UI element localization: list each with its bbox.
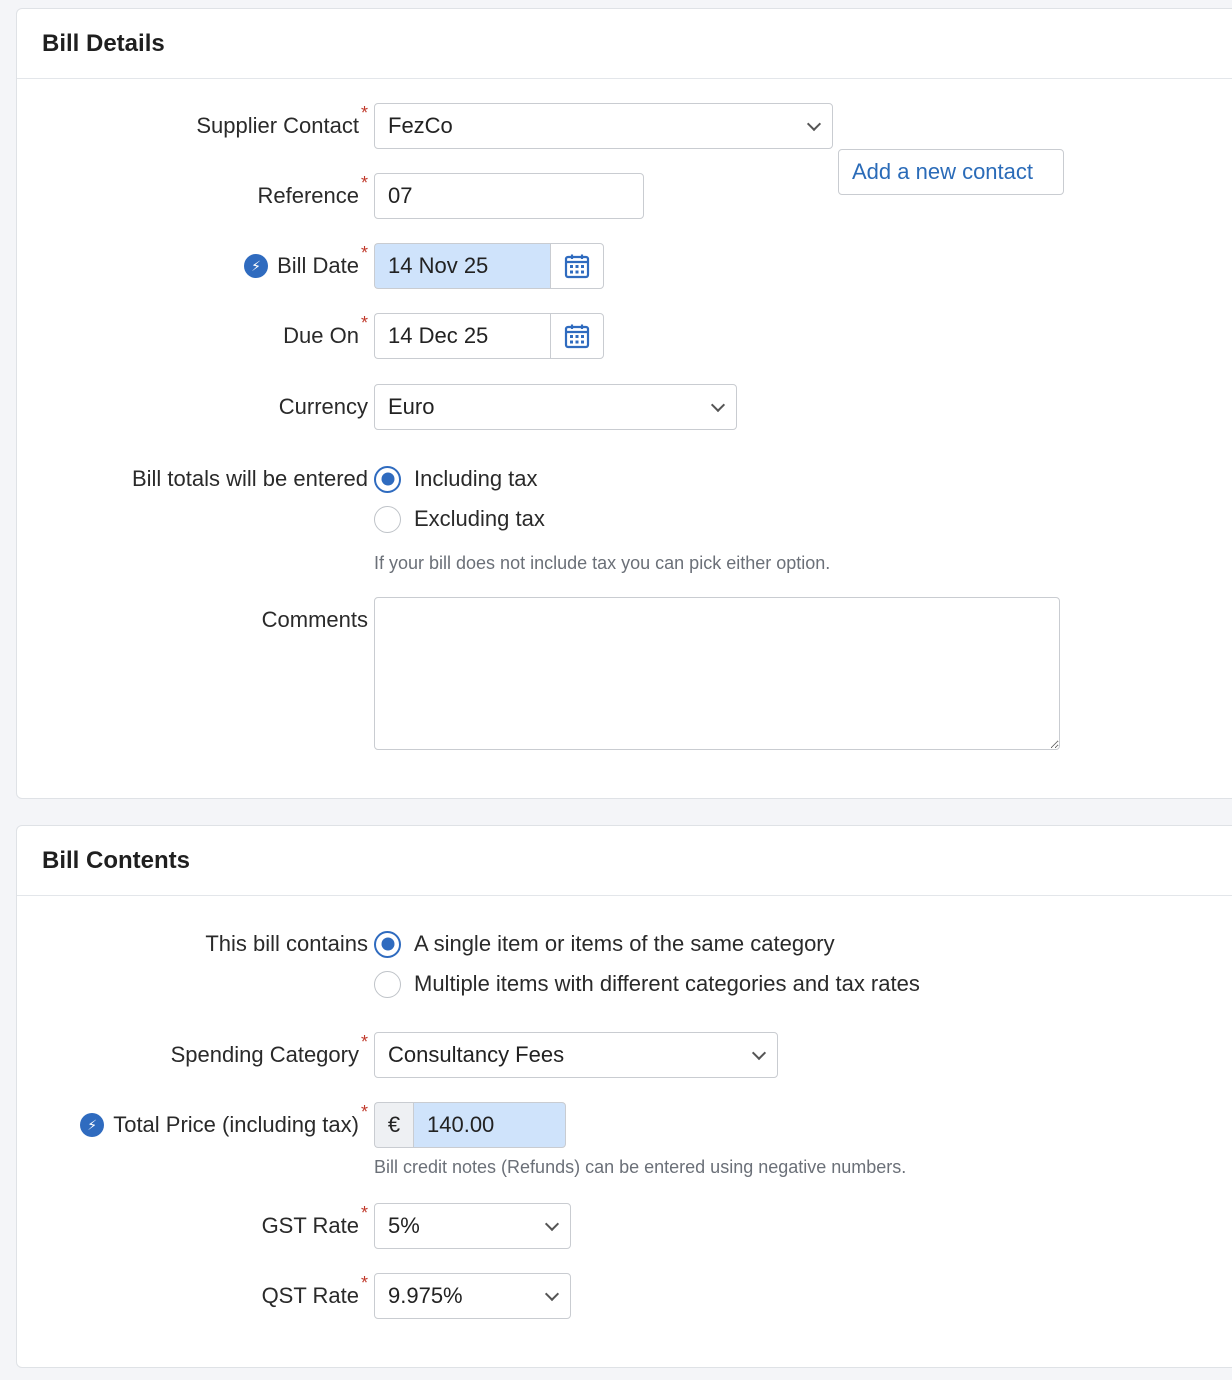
- required-mark: *: [360, 1202, 368, 1223]
- currency-symbol: €: [374, 1102, 413, 1148]
- spending-category-label: Spending Category *: [170, 1031, 368, 1068]
- radio-button[interactable]: [374, 970, 401, 998]
- bill-totals-options: Including tax Excluding tax If your bill…: [374, 459, 830, 574]
- bill-contents-panel: Bill Contents This bill contains A singl…: [16, 825, 1232, 1368]
- calendar-icon: [564, 254, 590, 279]
- radio-single-item[interactable]: A single item or items of the same categ…: [374, 924, 920, 964]
- spending-category-row: Spending Category * Consultancy Fees: [17, 1032, 1232, 1078]
- radio-button[interactable]: [374, 505, 401, 533]
- calendar-icon: [564, 324, 590, 349]
- total-price-input[interactable]: 140.00: [413, 1102, 566, 1148]
- reference-row: Reference * 07: [17, 173, 1232, 219]
- due-on-input[interactable]: 14 Dec 25: [374, 313, 550, 359]
- bill-contains-label: This bill contains: [205, 931, 368, 956]
- currency-row: Currency Euro: [17, 384, 1232, 430]
- reference-input[interactable]: 07: [374, 173, 644, 219]
- currency-select[interactable]: Euro: [374, 384, 737, 430]
- bolt-icon: ⚡: [244, 254, 269, 278]
- supplier-contact-select[interactable]: FezCo: [374, 103, 833, 149]
- bill-totals-help: If your bill does not include tax you ca…: [374, 553, 831, 573]
- due-on-calendar-button[interactable]: [550, 313, 604, 359]
- required-mark: *: [360, 1272, 368, 1293]
- qst-rate-select[interactable]: 9.975%: [374, 1273, 571, 1319]
- bill-details-header: Bill Details: [17, 9, 1232, 79]
- bill-contains-row: This bill contains A single item or item…: [17, 924, 1232, 1006]
- bill-date-group: 14 Nov 25: [374, 243, 604, 289]
- bill-details-title: Bill Details: [42, 29, 165, 57]
- bill-details-panel: Bill Details Supplier Contact * FezCo Add…: [16, 8, 1232, 799]
- total-price-field: € 140.00 Bill credit notes (Refunds) can…: [374, 1102, 906, 1178]
- reference-label: Reference *: [257, 172, 368, 209]
- bill-date-label: ⚡ Bill Date *: [244, 243, 368, 289]
- total-price-row: ⚡ Total Price (including tax) * € 140.00 …: [17, 1102, 1232, 1182]
- required-mark: *: [360, 1101, 368, 1122]
- gst-rate-value[interactable]: 5%: [374, 1203, 571, 1249]
- supplier-contact-label: Supplier Contact *: [196, 102, 368, 139]
- required-mark: *: [360, 242, 368, 263]
- required-mark: *: [360, 1031, 368, 1052]
- radio-excluding-tax[interactable]: Excluding tax: [374, 499, 830, 539]
- supplier-contact-row: Supplier Contact * FezCo Add a new contac…: [17, 102, 1232, 195]
- qst-rate-label: QST Rate *: [261, 1272, 368, 1309]
- currency-label: Currency: [278, 394, 368, 419]
- bill-contents-header: Bill Contents: [17, 826, 1232, 896]
- required-mark: *: [360, 172, 368, 193]
- due-on-label: Due On *: [283, 312, 368, 349]
- bill-totals-row: Bill totals will be entered Including ta…: [17, 459, 1232, 589]
- comments-label: Comments: [261, 607, 368, 632]
- total-price-group: € 140.00: [374, 1102, 906, 1148]
- bill-date-input[interactable]: 14 Nov 25: [374, 243, 550, 289]
- total-price-help: Bill credit notes (Refunds) can be enter…: [374, 1157, 907, 1177]
- radio-button-checked[interactable]: [374, 930, 401, 958]
- supplier-contact-value[interactable]: FezCo: [374, 103, 833, 149]
- qst-rate-value[interactable]: 9.975%: [374, 1273, 571, 1319]
- gst-rate-label: GST Rate *: [261, 1202, 368, 1239]
- gst-rate-select[interactable]: 5%: [374, 1203, 571, 1249]
- bill-totals-label: Bill totals will be entered: [131, 466, 368, 491]
- comments-textarea[interactable]: [374, 597, 1060, 750]
- radio-button-checked[interactable]: [374, 465, 401, 493]
- qst-rate-row: QST Rate * 9.975%: [17, 1273, 1232, 1319]
- bolt-icon: ⚡: [80, 1113, 105, 1137]
- bill-date-calendar-button[interactable]: [550, 243, 604, 289]
- comments-row: Comments: [17, 597, 1232, 750]
- due-on-row: Due On * 14 Dec 25: [17, 313, 1232, 359]
- bill-contains-options: A single item or items of the same categ…: [374, 924, 920, 1004]
- radio-including-tax[interactable]: Including tax: [374, 459, 830, 499]
- bill-date-row: ⚡ Bill Date * 14 Nov 25: [17, 243, 1232, 289]
- total-price-label: ⚡ Total Price (including tax) *: [80, 1102, 368, 1148]
- spending-category-value[interactable]: Consultancy Fees: [374, 1032, 778, 1078]
- currency-value[interactable]: Euro: [374, 384, 737, 430]
- comments-field: [374, 597, 1060, 755]
- due-on-group: 14 Dec 25: [374, 313, 604, 359]
- spending-category-select[interactable]: Consultancy Fees: [374, 1032, 778, 1078]
- gst-rate-row: GST Rate * 5%: [17, 1203, 1232, 1249]
- required-mark: *: [360, 312, 368, 333]
- bill-contents-title: Bill Contents: [42, 846, 190, 874]
- radio-multiple-items[interactable]: Multiple items with different categories…: [374, 964, 920, 1004]
- required-mark: *: [360, 102, 368, 123]
